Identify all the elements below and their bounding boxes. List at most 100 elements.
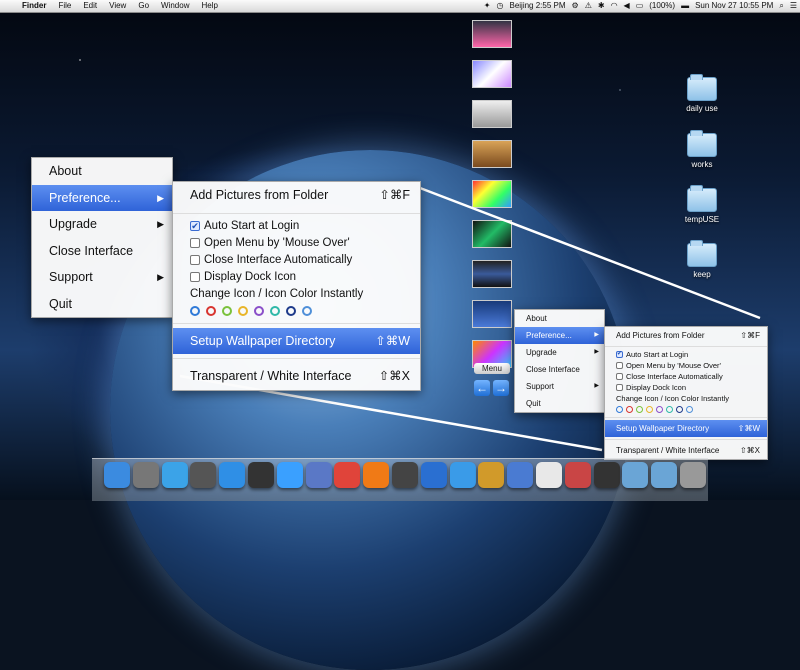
mail-icon[interactable] — [305, 462, 332, 488]
wallpaper-thumbnail[interactable] — [472, 100, 512, 128]
google-earth-icon[interactable] — [420, 462, 447, 488]
checkbox-auto-start[interactable]: ✔ Auto Start at Login — [173, 218, 420, 235]
appstore-icon[interactable] — [219, 462, 246, 488]
rocket-icon[interactable] — [564, 462, 591, 488]
wallpaper-thumbnail[interactable] — [472, 220, 512, 248]
menu-item-about[interactable]: About — [32, 158, 172, 185]
icon-color-option[interactable] — [616, 406, 623, 413]
checkbox-close-interface-auto[interactable]: Close Interface Automatically — [605, 371, 767, 382]
icon-color-option[interactable] — [206, 305, 216, 316]
wallpaper-thumbnail[interactable] — [472, 140, 512, 168]
checkbox-display-dock-icon[interactable]: Display Dock Icon — [173, 269, 420, 286]
chrome-icon[interactable] — [334, 462, 361, 488]
menu-item-transparent-interface[interactable]: Transparent / White Interface ⇧⌘X — [605, 442, 767, 459]
menu-item-quit[interactable]: Quit — [32, 291, 172, 318]
menu-item-close-interface[interactable]: Close Interface — [515, 361, 604, 378]
desktop-folder[interactable]: daily use — [672, 74, 732, 113]
menu-app-name[interactable]: Finder — [16, 0, 52, 12]
icon-color-option[interactable] — [238, 305, 248, 316]
prev-arrow-button[interactable]: ← — [474, 380, 490, 396]
menu-item-add-pictures[interactable]: Add Pictures from Folder ⇧⌘F — [605, 327, 767, 344]
wallpaper-thumbnail[interactable] — [472, 180, 512, 208]
icon-color-option[interactable] — [302, 305, 312, 316]
icon-color-option[interactable] — [686, 406, 693, 413]
volume-icon[interactable]: ◀ — [621, 0, 633, 12]
finder-icon[interactable] — [104, 462, 130, 488]
icon-color-option[interactable] — [646, 406, 653, 413]
menu-item-preference[interactable]: Preference... ▶ — [32, 184, 172, 211]
textedit-icon[interactable] — [535, 462, 562, 488]
menu-item-quit[interactable]: Quit — [515, 395, 604, 412]
next-arrow-button[interactable]: → — [493, 380, 509, 396]
bluetooth-icon[interactable]: ✱ — [595, 0, 608, 12]
icon-color-option[interactable] — [626, 406, 633, 413]
battery-icon[interactable]: ▭ — [633, 0, 647, 12]
clock-icon[interactable]: ◷ — [494, 0, 507, 12]
menu-edit[interactable]: Edit — [77, 0, 103, 12]
checkbox-open-menu-mouse-over[interactable]: Open Menu by 'Mouse Over' — [605, 360, 767, 371]
launchpad-icon[interactable] — [132, 462, 159, 488]
menu-item-add-pictures[interactable]: Add Pictures from Folder ⇧⌘F — [173, 182, 420, 209]
wallpaper-thumbnail[interactable] — [472, 260, 512, 288]
zdock-icon[interactable] — [593, 462, 620, 488]
checkbox-display-dock-icon[interactable]: Display Dock Icon — [605, 382, 767, 393]
menu-item-setup-wallpaper-directory[interactable]: Setup Wallpaper Directory ⇧⌘W — [173, 327, 420, 354]
checkbox-close-interface-auto[interactable]: Close Interface Automatically — [173, 252, 420, 269]
activity-monitor-icon[interactable] — [391, 462, 418, 488]
menu-item-about[interactable]: About — [515, 310, 604, 327]
safari-icon[interactable] — [449, 462, 476, 488]
messenger-icon[interactable] — [276, 462, 303, 488]
gear-icon[interactable]: ⚙ — [569, 0, 582, 12]
datetime[interactable]: Sun Nov 27 10:55 PM — [692, 0, 776, 12]
desktop-folder[interactable]: works — [672, 130, 732, 169]
menu-window[interactable]: Window — [155, 0, 195, 12]
desktop-folder[interactable]: tempUSE — [672, 185, 732, 224]
trash-icon[interactable] — [679, 462, 706, 488]
wallpaper-thumbnail[interactable] — [472, 300, 512, 328]
menu-item-support[interactable]: Support ▶ — [515, 378, 604, 395]
icon-color-option[interactable] — [676, 406, 683, 413]
menu-item-upgrade[interactable]: Upgrade ▶ — [515, 344, 604, 361]
checkbox-auto-start[interactable]: ✔ Auto Start at Login — [605, 349, 767, 360]
itunes-icon[interactable] — [161, 462, 188, 488]
menu-item-setup-wallpaper-directory[interactable]: Setup Wallpaper Directory ⇧⌘W — [605, 420, 767, 437]
menu-item-transparent-interface[interactable]: Transparent / White Interface ⇧⌘X — [173, 363, 420, 390]
menu-item-preference[interactable]: Preference... ▶ — [515, 327, 604, 344]
icon-color-option[interactable] — [666, 406, 673, 413]
menu-item-support[interactable]: Support ▶ — [32, 264, 172, 291]
icon-color-option[interactable] — [254, 305, 264, 316]
menu-item-close-interface[interactable]: Close Interface — [32, 238, 172, 265]
strip-menu-button[interactable]: Menu — [474, 363, 510, 374]
documents-folder-icon[interactable] — [651, 462, 678, 488]
wallpaper-thumbnail[interactable] — [472, 60, 512, 88]
xcode-icon[interactable] — [507, 462, 534, 488]
icon-color-option[interactable] — [190, 305, 200, 316]
flag-icon[interactable]: ▬ — [678, 0, 692, 12]
checkbox-open-menu-mouse-over[interactable]: Open Menu by 'Mouse Over' — [173, 235, 420, 252]
battery-percent[interactable]: (100%) — [646, 0, 678, 12]
menu-go[interactable]: Go — [132, 0, 155, 12]
dashboard-icon[interactable] — [247, 462, 274, 488]
desktop-folder[interactable]: keep — [672, 240, 732, 279]
icon-color-option[interactable] — [636, 406, 643, 413]
icon-color-option[interactable] — [656, 406, 663, 413]
bird-icon[interactable]: ✦ — [481, 0, 494, 12]
menu-file[interactable]: File — [52, 0, 77, 12]
preference-submenu-small: Add Pictures from Folder ⇧⌘F ✔ Auto Start … — [604, 326, 768, 460]
applications-folder-icon[interactable] — [622, 462, 649, 488]
icon-color-option[interactable] — [222, 305, 232, 316]
menu-item-upgrade[interactable]: Upgrade ▶ — [32, 211, 172, 238]
photo-icon[interactable] — [190, 462, 217, 488]
menu-help[interactable]: Help — [195, 0, 223, 12]
firefox-icon[interactable] — [363, 462, 390, 488]
icon-color-option[interactable] — [286, 305, 296, 316]
world-clock[interactable]: Beijing 2:55 PM — [506, 0, 568, 12]
wallpaper-thumbnail[interactable] — [472, 20, 512, 48]
preview-icon[interactable] — [478, 462, 505, 488]
warning-icon[interactable]: ⚠ — [582, 0, 595, 12]
icon-color-option[interactable] — [270, 305, 280, 316]
wifi-icon[interactable]: ◠ — [608, 0, 621, 12]
spotlight-icon[interactable]: ⌕ — [776, 0, 786, 12]
menu-view[interactable]: View — [103, 0, 132, 12]
list-icon[interactable]: ☰ — [787, 0, 800, 12]
